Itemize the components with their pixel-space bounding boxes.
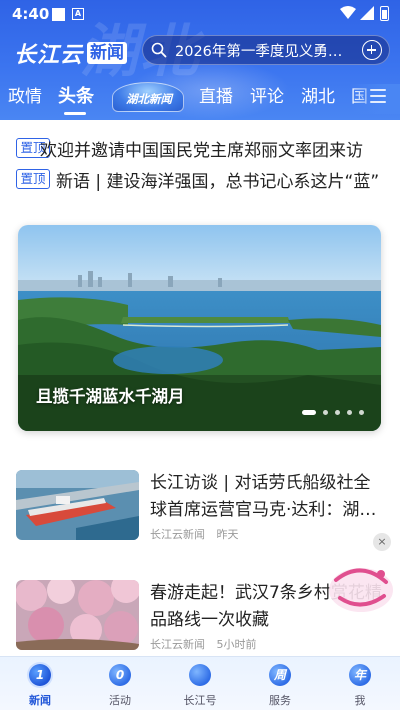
tab-zhibo[interactable]: 直播 [199,84,233,110]
a-notification-icon: A [72,8,84,20]
battery-icon [380,6,389,21]
wifi-icon [340,6,356,19]
news-meta: 长江云新闻 5小时前 [150,636,265,652]
news-meta: 长江云新闻 昨天 [150,526,247,542]
bottom-navigation: 1 新闻 0 活动 长江号 周 服务 年 我 [0,656,400,710]
search-icon [151,42,167,58]
me-nav-icon: 年 [349,664,371,686]
pinned-text: 欢迎并邀请中国国民党主席郑丽文率团来访 [40,140,363,161]
carousel-dot[interactable] [323,409,328,415]
news-time: 昨天 [216,528,239,541]
nav-label: 我 [354,694,366,707]
pinned-item[interactable]: 置顶 新语 | 建设海洋强国，总书记心系这片“蓝” [0,166,400,192]
carousel-dot[interactable] [347,409,352,415]
nav-label: 服务 [269,694,291,707]
status-time: 4:40 [12,5,50,23]
news-thumbnail [16,470,139,540]
news-title: 长江访谈 | 对话劳氏船级社全球首席运营官马克·达利：湖… [150,473,377,520]
carousel-dot[interactable] [359,409,364,415]
tab-hubei[interactable]: 湖北 [301,84,335,110]
search-placeholder: 2026年第一季度见义勇… [175,43,343,60]
dismiss-icon[interactable]: × [373,533,391,551]
signal-icon [360,6,374,20]
tab-hubei-news-badge[interactable]: 湖北新闻 [112,82,184,112]
active-tab-indicator [64,112,86,115]
logo-brand: 长江云 [14,43,84,68]
pinned-text: 新语 | 建设海洋强国，总书记心系这片“蓝” [56,171,380,192]
nav-changjiang-hao[interactable]: 长江号 [160,657,240,710]
add-icon[interactable] [362,40,382,60]
changjiang-nav-icon [189,664,211,686]
activity-nav-icon: 0 [109,664,131,686]
news-nav-icon: 1 [29,664,51,686]
app-logo: 长江云 新闻 [14,40,128,68]
search-bar[interactable]: 2026年第一季度见义勇… [142,35,390,65]
channel-tabs: 政情 头条 直播 评论 湖北 国 [0,84,400,115]
carousel-indicator [302,409,371,415]
logo-news: 新闻 [87,42,128,64]
nav-label: 活动 [109,694,131,707]
service-nav-icon: 周 [269,664,291,686]
pinned-item[interactable]: 置顶 欢迎并邀请中国国民党主席郑丽文率团来访 [0,135,400,161]
app-header: 湖北 4:40 A 长江云 新闻 2026年第一季度见义勇… 政情 头条 直播 … [0,0,400,120]
pinned-tag: 置顶 [16,169,50,189]
carousel-dot-active[interactable] [302,409,316,415]
news-time: 5小时前 [216,638,257,651]
carousel-caption: 且揽千湖蓝水千湖月 [36,387,185,406]
menu-icon[interactable] [370,89,386,103]
nav-news[interactable]: 1 新闻 [0,657,80,710]
nav-service[interactable]: 周 服务 [240,657,320,710]
hubei-badge-label: 湖北新闻 [126,92,172,106]
featured-carousel[interactable]: 且揽千湖蓝水千湖月 [18,225,381,431]
tab-toutiao[interactable]: 头条 [58,84,94,110]
nav-label: 长江号 [183,694,217,707]
news-source: 长江云新闻 [150,638,205,651]
status-bar: 4:40 A [0,0,400,28]
nav-label: 新闻 [29,694,51,707]
tab-zhengqing[interactable]: 政情 [8,84,42,110]
nav-activity[interactable]: 0 活动 [80,657,160,710]
news-thumbnail [16,580,139,650]
tab-pinglun[interactable]: 评论 [250,84,284,110]
news-list-item[interactable]: 长江访谈 | 对话劳氏船级社全球首席运营官马克·达利：湖… 长江云新闻 昨天 [0,470,400,550]
promo-badge-icon[interactable] [326,560,396,615]
notification-icon [52,8,65,21]
nav-me[interactable]: 年 我 [320,657,400,710]
carousel-dot[interactable] [335,409,340,415]
news-source: 长江云新闻 [150,528,205,541]
